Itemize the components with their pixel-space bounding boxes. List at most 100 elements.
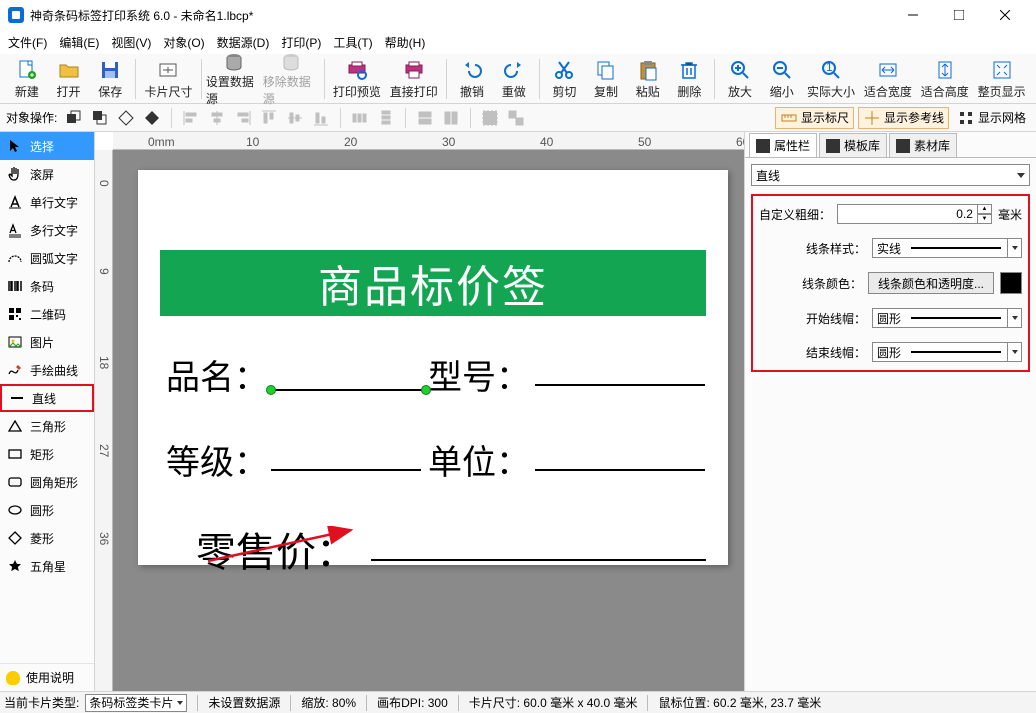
spin-up[interactable]: ▲	[978, 204, 992, 214]
print-button[interactable]: 直接打印	[385, 56, 442, 102]
tool-tri[interactable]: 三角形	[0, 412, 94, 440]
label-page[interactable]: 商品标价签 品名： 型号： 等级： 单位： 零售价：	[138, 170, 728, 565]
cardsize-button[interactable]: 卡片尺寸	[140, 56, 197, 102]
tool-barcode[interactable]: 条码	[0, 272, 94, 300]
send-backward-icon[interactable]	[115, 107, 137, 129]
minimize-button[interactable]	[890, 0, 936, 30]
field-grade-label[interactable]: 等级：	[166, 435, 268, 484]
copy-button[interactable]: 复制	[585, 56, 627, 102]
toggle-guides[interactable]: 显示参考线	[858, 107, 949, 129]
help-button[interactable]: 使用说明	[0, 663, 94, 691]
tool-ellipse[interactable]: 圆形	[0, 496, 94, 524]
bring-front-icon[interactable]	[63, 107, 85, 129]
color-swatch[interactable]	[1000, 272, 1022, 294]
menu-tools[interactable]: 工具(T)	[333, 34, 372, 51]
chevron-down-icon	[1007, 343, 1021, 361]
object-type-select[interactable]: 直线	[751, 164, 1030, 186]
save-button[interactable]: 保存	[89, 56, 131, 102]
end-cap-select[interactable]: 圆形	[872, 342, 1022, 362]
zoomin-button[interactable]: 放大	[719, 56, 761, 102]
vertical-ruler[interactable]: 09182736	[95, 150, 113, 691]
undo-button[interactable]: 撤销	[451, 56, 493, 102]
selected-line[interactable]	[271, 389, 426, 391]
tool-rrect[interactable]: 圆角矩形	[0, 468, 94, 496]
setds-button[interactable]: 设置数据源	[206, 56, 263, 102]
tool-mtext[interactable]: 多行文字	[0, 216, 94, 244]
horizontal-ruler[interactable]: 0mm102030405060	[113, 132, 744, 150]
menu-print[interactable]: 打印(P)	[281, 34, 321, 51]
tool-select[interactable]: 选择	[0, 132, 94, 160]
new-button[interactable]: 新建	[6, 56, 48, 102]
tool-qr[interactable]: 二维码	[0, 300, 94, 328]
del-button[interactable]: 删除	[669, 56, 711, 102]
preview-button[interactable]: 打印预览	[329, 56, 386, 102]
tool-text[interactable]: 单行文字	[0, 188, 94, 216]
cut-button[interactable]: 剪切	[544, 56, 586, 102]
close-button[interactable]	[982, 0, 1028, 30]
fith-button[interactable]: 适合高度	[916, 56, 973, 102]
status-zoom: 缩放: 80%	[301, 694, 356, 711]
price-underline[interactable]	[371, 559, 706, 561]
label-title-bar[interactable]: 商品标价签	[160, 250, 706, 316]
menu-help[interactable]: 帮助(H)	[385, 34, 426, 51]
ellipse-icon	[6, 501, 24, 519]
menu-object[interactable]: 对象(O)	[163, 34, 204, 51]
star-icon	[6, 557, 24, 575]
redo-button[interactable]: 重做	[493, 56, 535, 102]
maximize-button[interactable]	[936, 0, 982, 30]
cardtype-select[interactable]: 条码标签类卡片	[85, 694, 187, 712]
fitpage-button[interactable]: 整页显示	[973, 56, 1030, 102]
tool-line[interactable]: 直线	[0, 384, 94, 412]
startcap-label: 开始线帽：	[806, 310, 866, 327]
bring-forward-icon[interactable]	[89, 107, 111, 129]
menu-file[interactable]: 文件(F)	[8, 34, 47, 51]
toggle-ruler[interactable]: 显示标尺	[775, 107, 854, 129]
tool-star[interactable]: 五角星	[0, 552, 94, 580]
grade-underline[interactable]	[271, 469, 421, 471]
statusbar: 当前卡片类型: 条码标签类卡片 未设置数据源 缩放: 80% 画布DPI: 30…	[0, 691, 1036, 713]
rmds-button[interactable]: 移除数据源	[263, 56, 320, 102]
line-color-button[interactable]: 线条颜色和透明度...	[868, 272, 994, 294]
paste-icon	[637, 57, 659, 83]
field-unit-label[interactable]: 单位：	[428, 435, 530, 484]
tab-properties[interactable]: 属性栏	[749, 133, 817, 157]
start-cap-select[interactable]: 圆形	[872, 308, 1022, 328]
line-style-select[interactable]: 实线	[872, 238, 1022, 258]
print-icon	[403, 57, 425, 83]
paste-button[interactable]: 粘贴	[627, 56, 669, 102]
copy-icon	[595, 57, 617, 83]
field-price-label[interactable]: 零售价：	[196, 520, 356, 578]
zoomout-button[interactable]: 缩小	[761, 56, 803, 102]
field-name-label[interactable]: 品名：	[166, 350, 268, 399]
menu-edit[interactable]: 编辑(E)	[59, 34, 99, 51]
canvas[interactable]: 商品标价签 品名： 型号： 等级： 单位： 零售价：	[113, 150, 744, 691]
thickness-input[interactable]: 0.2 ▲▼	[837, 204, 992, 224]
tool-image[interactable]: 图片	[0, 328, 94, 356]
tool-pan[interactable]: 滚屏	[0, 160, 94, 188]
spin-down[interactable]: ▼	[978, 214, 992, 224]
z100-button[interactable]: 1实际大小	[803, 56, 860, 102]
menu-view[interactable]: 视图(V)	[111, 34, 151, 51]
unit-underline[interactable]	[535, 469, 705, 471]
fitw-button[interactable]: 适合宽度	[859, 56, 916, 102]
line-handle-end[interactable]	[421, 385, 431, 395]
open-button[interactable]: 打开	[48, 56, 90, 102]
tab-templates[interactable]: 模板库	[819, 133, 887, 157]
menu-datasource[interactable]: 数据源(D)	[217, 34, 270, 51]
tool-arctext[interactable]: 圆弧文字	[0, 244, 94, 272]
tool-rect[interactable]: 矩形	[0, 440, 94, 468]
send-back-icon[interactable]	[141, 107, 163, 129]
model-underline[interactable]	[535, 384, 705, 386]
new-icon	[16, 57, 38, 83]
tool-diamond[interactable]: 菱形	[0, 524, 94, 552]
open-icon	[58, 57, 80, 83]
toggle-grid[interactable]: 显示网格	[953, 107, 1030, 129]
zoomin-icon	[729, 57, 751, 83]
line-handle-start[interactable]	[266, 385, 276, 395]
preview-icon	[346, 57, 368, 83]
tab-materials[interactable]: 素材库	[889, 133, 957, 157]
tool-freehand[interactable]: 手绘曲线	[0, 356, 94, 384]
z100-icon: 1	[820, 57, 842, 83]
properties-box: 自定义粗细： 0.2 ▲▼ 毫米 线条样式： 实线 线条颜色： 线条颜色和透明度…	[751, 194, 1030, 372]
field-model-label[interactable]: 型号：	[428, 350, 530, 399]
